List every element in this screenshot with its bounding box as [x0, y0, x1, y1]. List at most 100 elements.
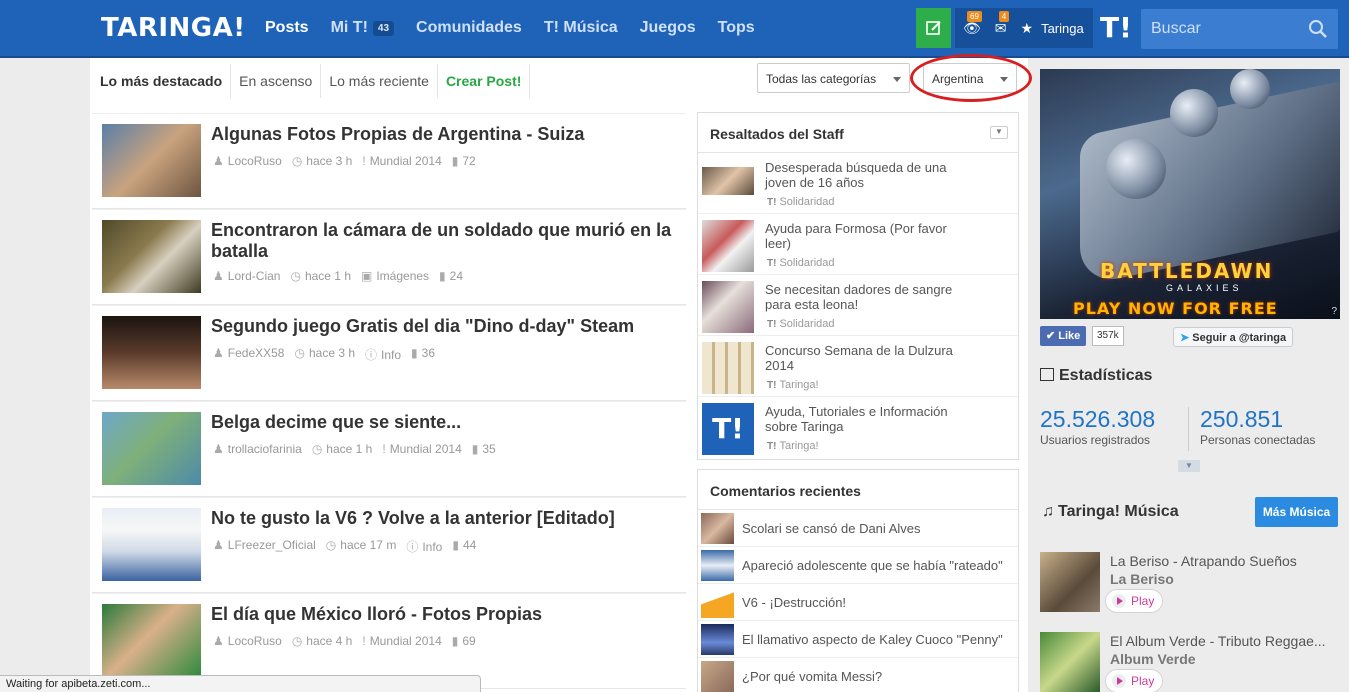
tab-crear-post[interactable]: Crear Post!: [438, 64, 531, 98]
taringa-logo[interactable]: TARINGA!: [101, 13, 246, 43]
staff-item-title[interactable]: Desesperada búsqueda de una joven de 16 …: [765, 160, 965, 190]
comment-text[interactable]: V6 - ¡Destrucción!: [742, 595, 846, 610]
nav-posts[interactable]: Posts: [265, 19, 309, 37]
post-user-label: LFreezer_Oficial: [227, 538, 316, 552]
ad-cta[interactable]: PLAY NOW FOR FREE: [1073, 299, 1278, 318]
post-thumbnail[interactable]: [102, 220, 201, 293]
post-user[interactable]: ♟ Lord-Cian: [213, 269, 280, 283]
post-title[interactable]: Segundo juego Gratis del dia "Dino d-day…: [211, 316, 681, 337]
comment-text[interactable]: Scolari se cansó de Dani Alves: [742, 521, 920, 536]
post-thumbnail[interactable]: [102, 124, 201, 197]
song-title[interactable]: El Album Verde - Tributo Reggae...: [1110, 633, 1326, 649]
list-item[interactable]: Encontraron la cámara de un soldado que …: [92, 209, 686, 305]
search-icon[interactable]: [1308, 19, 1328, 39]
user-menu[interactable]: 👁 69 ✉ 4 ★ Taringa: [955, 8, 1093, 48]
tab-destacado[interactable]: Lo más destacado: [92, 64, 232, 98]
tab-mas-reciente[interactable]: Lo más reciente: [321, 64, 438, 98]
nav-comunidades[interactable]: Comunidades: [416, 19, 522, 37]
post-thumbnail[interactable]: [102, 316, 201, 389]
more-music-button[interactable]: Más Música: [1255, 497, 1338, 527]
t-icon: T!: [767, 441, 777, 452]
staff-thumbnail[interactable]: [702, 220, 754, 272]
post-title[interactable]: Encontraron la cámara de un soldado que …: [211, 220, 681, 262]
post-list: Algunas Fotos Propias de Argentina - Sui…: [92, 113, 686, 689]
nav-tops[interactable]: Tops: [718, 19, 755, 37]
nav-mi-t[interactable]: Mi T! 43: [331, 19, 395, 37]
post-user[interactable]: ♟ LocoRuso: [213, 154, 282, 168]
comment-text[interactable]: ¿Por qué vomita Messi?: [742, 669, 882, 684]
list-item[interactable]: Scolari se cansó de Dani Alves: [698, 510, 1018, 547]
staff-item-title[interactable]: Ayuda, Tutoriales e Información sobre Ta…: [765, 404, 965, 434]
tab-en-ascenso[interactable]: En ascenso: [231, 64, 322, 98]
twitter-follow-button[interactable]: ➤ Seguir a @taringa: [1173, 327, 1294, 347]
comment-text[interactable]: Apareció adolescente que se había "ratea…: [742, 558, 1003, 573]
list-item[interactable]: Belga decime que se siente... ♟ trollacio…: [92, 401, 686, 497]
star-icon[interactable]: ★: [1021, 20, 1034, 37]
post-category-label: Mundial 2014: [369, 154, 442, 168]
album-cover[interactable]: [1040, 632, 1100, 692]
staff-item-title[interactable]: Concurso Semana de la Dulzura 2014: [765, 343, 965, 373]
game-ad-banner[interactable]: BATTLEDAWN GALAXIES PLAY NOW FOR FREE ?: [1040, 69, 1340, 319]
post-title[interactable]: Belga decime que se siente...: [211, 412, 681, 433]
mail-icon[interactable]: ✉ 4: [995, 10, 1010, 37]
post-category[interactable]: ! Mundial 2014: [382, 442, 461, 456]
play-button[interactable]: Play: [1105, 669, 1164, 692]
post-user[interactable]: ♟ LocoRuso: [213, 634, 282, 648]
post-title[interactable]: El día que México lloró - Fotos Propias: [211, 604, 681, 625]
list-item[interactable]: Algunas Fotos Propias de Argentina - Sui…: [92, 113, 686, 209]
expand-stats-icon[interactable]: ▼: [1178, 460, 1200, 472]
staff-thumbnail[interactable]: [702, 342, 754, 394]
list-item[interactable]: Desesperada búsqueda de una joven de 16 …: [698, 153, 1018, 214]
post-user[interactable]: ♟ LFreezer_Oficial: [213, 538, 316, 555]
play-button[interactable]: Play: [1105, 589, 1164, 613]
t-logo[interactable]: T!: [1100, 11, 1132, 44]
post-user[interactable]: ♟ FedeXX58: [213, 346, 284, 363]
post-category[interactable]: ▣ Imágenes: [361, 269, 429, 283]
album-cover[interactable]: [1040, 552, 1100, 612]
post-category[interactable]: ! Mundial 2014: [362, 154, 441, 168]
post-category[interactable]: ⓘ Info: [365, 346, 401, 363]
post-thumbnail[interactable]: [102, 508, 201, 581]
username[interactable]: Taringa: [1041, 21, 1084, 36]
staff-item-title[interactable]: Ayuda para Formosa (Por favor leer): [765, 221, 965, 251]
like-count: 357k: [1092, 326, 1124, 346]
song-title[interactable]: La Beriso - Atrapando Sueños: [1110, 553, 1297, 569]
staff-thumbnail[interactable]: [702, 281, 754, 333]
list-item[interactable]: Segundo juego Gratis del dia "Dino d-day…: [92, 305, 686, 401]
list-item[interactable]: Ayuda para Formosa (Por favor leer) T! So…: [698, 214, 1018, 275]
list-item[interactable]: Se necesitan dadores de sangre para esta…: [698, 275, 1018, 336]
list-item[interactable]: Apareció adolescente que se había "ratea…: [698, 547, 1018, 584]
list-item[interactable]: No te gusto la V6 ? Volve a la anterior …: [92, 497, 686, 593]
t-icon: T!: [767, 319, 777, 330]
post-thumbnail[interactable]: [102, 412, 201, 485]
facebook-like-button[interactable]: ✔ Like: [1040, 326, 1087, 346]
song-artist[interactable]: La Beriso: [1110, 571, 1174, 587]
category-select[interactable]: Todas las categorías: [757, 63, 910, 93]
collapse-icon[interactable]: ▼: [990, 126, 1008, 139]
post-title[interactable]: Algunas Fotos Propias de Argentina - Sui…: [211, 124, 681, 145]
create-post-button[interactable]: [916, 8, 951, 48]
staff-thumbnail[interactable]: [702, 167, 754, 195]
ad-info-icon[interactable]: ?: [1331, 306, 1337, 317]
post-category[interactable]: ⓘ Info: [406, 538, 442, 555]
monitor-eye-icon[interactable]: 👁 69: [963, 10, 982, 37]
search-input[interactable]: [1141, 9, 1301, 49]
staff-item-title[interactable]: Se necesitan dadores de sangre para esta…: [765, 282, 965, 312]
list-item[interactable]: T! Ayuda, Tutoriales e Información sobre…: [698, 397, 1018, 458]
post-thumbnail[interactable]: [102, 604, 201, 677]
song-artist[interactable]: Album Verde: [1110, 651, 1196, 667]
list-item[interactable]: V6 - ¡Destrucción!: [698, 584, 1018, 621]
nav-t-musica[interactable]: T! Música: [544, 19, 618, 37]
post-category[interactable]: ! Mundial 2014: [362, 634, 441, 648]
taringa-logo-thumbnail[interactable]: T!: [702, 403, 754, 455]
post-user[interactable]: ♟ trollaciofarinia: [213, 442, 302, 456]
post-comments-count: 24: [449, 269, 464, 283]
comment-text[interactable]: El llamativo aspecto de Kaley Cuoco "Pen…: [742, 632, 1003, 647]
post-comments: ▮ 72: [452, 154, 476, 168]
list-item[interactable]: El llamativo aspecto de Kaley Cuoco "Pen…: [698, 621, 1018, 658]
comment-icon: ▮: [452, 538, 459, 552]
list-item[interactable]: ¿Por qué vomita Messi?: [698, 658, 1018, 692]
list-item[interactable]: Concurso Semana de la Dulzura 2014 T! Tar…: [698, 336, 1018, 397]
nav-juegos[interactable]: Juegos: [640, 19, 696, 37]
post-title[interactable]: No te gusto la V6 ? Volve a la anterior …: [211, 508, 681, 529]
